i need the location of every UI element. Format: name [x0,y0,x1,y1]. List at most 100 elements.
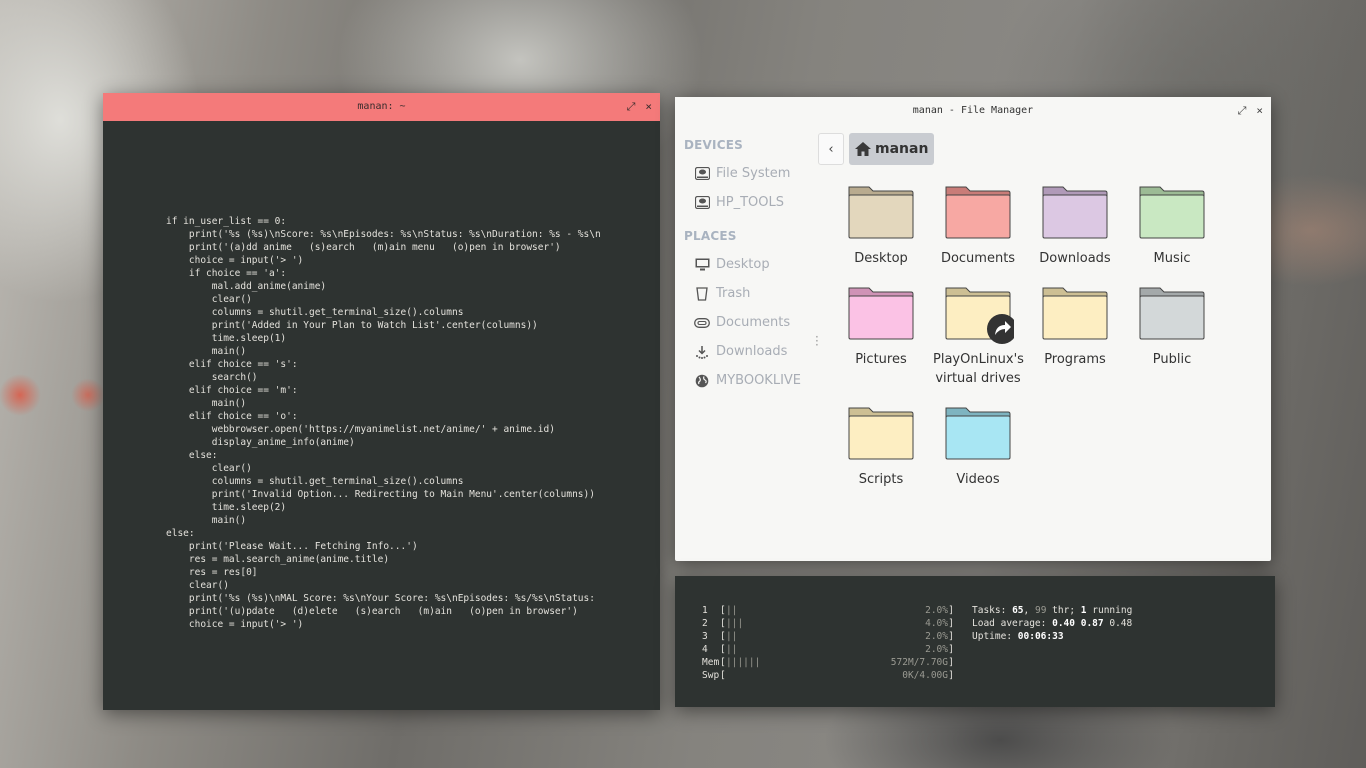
folder-desktop[interactable]: Desktop [836,185,926,268]
meter-bars: ||| [726,618,744,629]
sidebar-item-label: MYBOOKLIVE [716,373,802,388]
folder-icon [945,407,1011,460]
drive-icon [694,195,710,211]
code-line: else: [166,528,195,539]
tasks-label: Tasks: [972,605,1007,616]
file-manager-title: manan - File Manager [912,105,1034,116]
sidebar-item-mybooklive[interactable]: MYBOOKLIVE [675,366,815,395]
htop-meter-4: 4 [|| 2.0%] [702,643,954,656]
code-line: print('Invalid Option... Redirecting to … [166,489,595,500]
folder-icon [848,407,914,460]
meter-name: Mem [702,657,720,668]
folder-programs[interactable]: Programs [1030,286,1120,369]
code-line: print('Please Wait... Fetching Info...') [166,541,418,552]
meter-value: 0K/4.00G [902,670,948,681]
htop-meter-swp: Swp[0K/4.00G] [702,669,954,682]
trash-icon [694,286,710,302]
meter-bars: || [726,631,738,642]
folder-icon [1139,287,1205,340]
htop-tasks-line: Tasks: 65, 99 thr; 1 running [972,605,1133,616]
code-line: mal.add_anime(anime) [166,281,327,292]
sidebar-item-trash[interactable]: Trash [675,279,815,308]
code-line: print('(u)pdate (d)elete (s)earch (m)ain… [166,606,578,617]
maximize-icon[interactable]: ⤢ [627,93,636,121]
paperclip-icon [694,315,710,331]
sidebar-item-hp-tools[interactable]: HP_TOOLS [675,188,815,217]
file-manager-main: ‹ manan Desktop Documents Downloads Music Pi… [818,133,1271,561]
sidebar-item-file-system[interactable]: File System [675,159,815,188]
htop-meter-mem: Mem[|||||| 572M/7.70G] [702,656,954,669]
code-line: clear() [166,463,252,474]
folder-label: Desktop [854,251,908,266]
code-line: clear() [166,294,252,305]
sidebar-item-documents[interactable]: Documents [675,308,815,337]
meter-name: 4 [702,644,708,655]
meter-bars: || [726,605,738,616]
sidebar: DEVICES File System HP_TOOLS PLACES Desk… [675,125,815,561]
home-icon [855,142,871,156]
folder-label: Programs [1044,352,1106,367]
folder-music[interactable]: Music [1127,185,1217,268]
terminal-window[interactable]: manan: ~ ⤢ × if in_user_list == 0: print… [103,93,660,710]
code-line: time.sleep(2) [166,502,287,513]
code-line: res = res[0] [166,567,258,578]
meter-bracket: [ [720,670,726,681]
file-manager-window[interactable]: manan - File Manager ⤢ × DEVICES File Sy… [675,97,1271,561]
terminal-titlebar[interactable]: manan: ~ ⤢ × [103,93,660,121]
folder-downloads[interactable]: Downloads [1030,185,1120,268]
folder-label: Scripts [858,472,904,487]
uptime-value: 00:06:33 [1017,631,1064,642]
htop-window[interactable]: 1[|| 2.0%] 2[||| 4.0%] 3[|| 2.0%] 4[|| 2.0%] Mem… [675,576,1275,707]
meter-bracket: ] [948,657,954,668]
meter-bars: |||||| [726,657,761,668]
sidebar-item-downloads[interactable]: Downloads [675,337,815,366]
code-line: choice = input('> ') [166,619,304,630]
code-line: main() [166,346,247,357]
running-count: 1 [1080,605,1087,616]
folder-public[interactable]: Public [1127,286,1217,369]
code-line: res = mal.search_anime(anime.title) [166,554,390,565]
back-button[interactable]: ‹ [818,133,844,165]
sidebar-item-desktop[interactable]: Desktop [675,250,815,279]
monitor-icon [694,257,710,273]
code-line: columns = shutil.get_terminal_size().col… [166,476,464,487]
folder-scripts[interactable]: Scripts [836,406,926,489]
close-icon[interactable]: × [645,93,652,121]
load-15: 0.48 [1109,618,1133,629]
terminal-title: manan: ~ [357,101,406,112]
code-line: display_anime_info(anime) [166,437,355,448]
maximize-icon[interactable]: ⤢ [1238,97,1247,125]
folder-videos[interactable]: Videos [933,406,1023,489]
breadcrumb-label: manan [875,141,929,157]
running-label: running [1092,605,1133,616]
meter-name: 3 [702,631,708,642]
close-icon[interactable]: × [1256,97,1263,125]
folder-pictures[interactable]: Pictures [836,286,926,369]
folder-icon [848,287,914,340]
htop-meter-2: 2 [||| 4.0%] [702,617,954,630]
meter-name: 1 [702,605,708,616]
folder-documents[interactable]: Documents [933,185,1023,268]
folder-playonlinux-s-virtual-drives[interactable]: PlayOnLinux's virtual drives [933,286,1024,388]
meter-value: 2.0% [925,644,948,655]
drive-icon [694,166,710,182]
meter-value: 2.0% [925,631,948,642]
meter-bracket: ] [948,631,954,642]
folder-icon [848,186,914,239]
uptime-label: Uptime: [972,631,1013,642]
folder-label: Music [1153,251,1191,266]
sidebar-heading-devices: DEVICES [684,138,743,152]
file-manager-titlebar[interactable]: manan - File Manager ⤢ × [675,97,1271,125]
code-line: else: [166,450,218,461]
breadcrumb-home[interactable]: manan [849,133,935,165]
code-line: print('Added in Your Plan to Watch List'… [166,320,538,331]
htop-meter-1: 1 [|| 2.0%] [702,604,954,617]
meter-bracket: [ [720,657,726,668]
code-line: if in_user_list == 0: [166,216,287,227]
terminal-content[interactable]: if in_user_list == 0: print('%s (%s)\nSc… [103,121,660,710]
folder-label: Downloads [1039,251,1111,266]
code-line: print('%s (%s)\nMAL Score: %s\nYour Scor… [166,593,595,604]
code-line: main() [166,398,247,409]
folder-icon [1139,186,1205,239]
sidebar-item-label: HP_TOOLS [716,195,785,210]
